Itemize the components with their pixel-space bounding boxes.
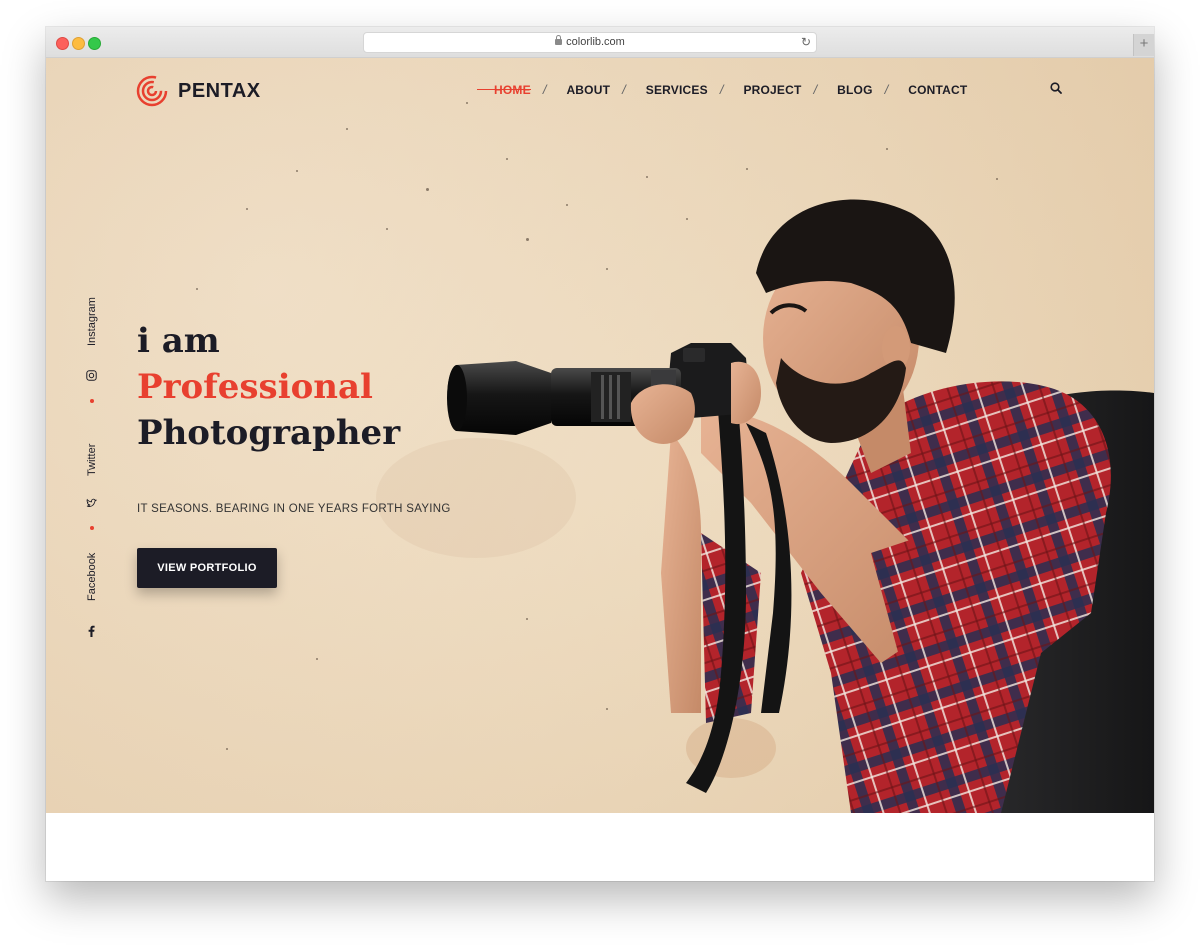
twitter-icon[interactable] — [86, 498, 97, 509]
search-icon[interactable] — [1050, 82, 1062, 94]
social-separator-dot — [90, 526, 94, 530]
logo-mark-icon — [136, 75, 168, 107]
photographer-photo — [447, 199, 1154, 813]
social-label-facebook: Facebook — [86, 552, 98, 601]
view-portfolio-button[interactable]: VIEW PORTFOLIO — [137, 548, 277, 588]
address-bar[interactable]: colorlib.com ↻ — [363, 32, 817, 53]
browser-titlebar: colorlib.com ↻ + — [46, 27, 1154, 58]
hero-headline: i am Professional Photographer — [137, 318, 400, 456]
nav-item-contact[interactable]: CONTACT — [908, 83, 967, 97]
nav-separator: / — [719, 82, 724, 97]
social-label-instagram: Instagram — [86, 297, 98, 346]
nav-item-services[interactable]: SERVICES — [646, 83, 708, 97]
nav-item-home[interactable]: HOME — [477, 83, 531, 97]
minimize-window-button[interactable] — [72, 37, 85, 50]
browser-window: colorlib.com ↻ + PENTAX HOME / ABOUT / S… — [46, 27, 1154, 881]
brand-name: PENTAX — [178, 79, 261, 102]
texture-speck — [296, 170, 298, 172]
page-below-fold — [46, 813, 1154, 881]
close-window-button[interactable] — [56, 37, 69, 50]
nav-separator: / — [884, 82, 889, 97]
lock-icon — [555, 35, 563, 45]
hero-headline-highlight: Professional — [137, 367, 373, 407]
zoom-window-button[interactable] — [88, 37, 101, 50]
instagram-icon[interactable] — [86, 370, 97, 381]
hero-headline-line1: i am — [137, 321, 220, 361]
facebook-icon[interactable] — [88, 625, 95, 637]
nav-separator: / — [813, 82, 818, 97]
social-link-facebook[interactable]: Facebook — [86, 553, 98, 601]
brand-logo[interactable]: PENTAX — [136, 74, 261, 108]
social-separator-dot — [90, 399, 94, 403]
texture-speck — [346, 128, 348, 130]
new-tab-button[interactable]: + — [1133, 34, 1154, 56]
hero-section: PENTAX HOME / ABOUT / SERVICES / PROJECT… — [46, 58, 1154, 813]
texture-speck — [386, 228, 388, 230]
texture-speck — [226, 748, 228, 750]
social-links: Instagram Twitter Facebook — [80, 297, 104, 638]
texture-speck — [316, 658, 318, 660]
texture-speck — [886, 148, 888, 150]
nav-separator: / — [622, 82, 626, 97]
nav-item-project[interactable]: PROJECT — [743, 83, 801, 97]
nav-item-about[interactable]: ABOUT — [566, 83, 610, 97]
texture-speck — [246, 208, 248, 210]
texture-speck — [466, 102, 468, 104]
main-nav: HOME / ABOUT / SERVICES / PROJECT / BLOG… — [477, 82, 967, 97]
nav-separator: / — [542, 82, 547, 97]
address-bar-url: colorlib.com — [566, 36, 625, 48]
nav-item-blog[interactable]: BLOG — [837, 83, 872, 97]
texture-speck — [196, 288, 198, 290]
social-link-twitter[interactable]: Twitter — [86, 444, 98, 476]
social-link-instagram[interactable]: Instagram — [86, 297, 98, 346]
hero-headline-line3: Photographer — [137, 413, 401, 453]
social-label-twitter: Twitter — [86, 443, 98, 476]
reload-icon[interactable]: ↻ — [801, 33, 811, 52]
